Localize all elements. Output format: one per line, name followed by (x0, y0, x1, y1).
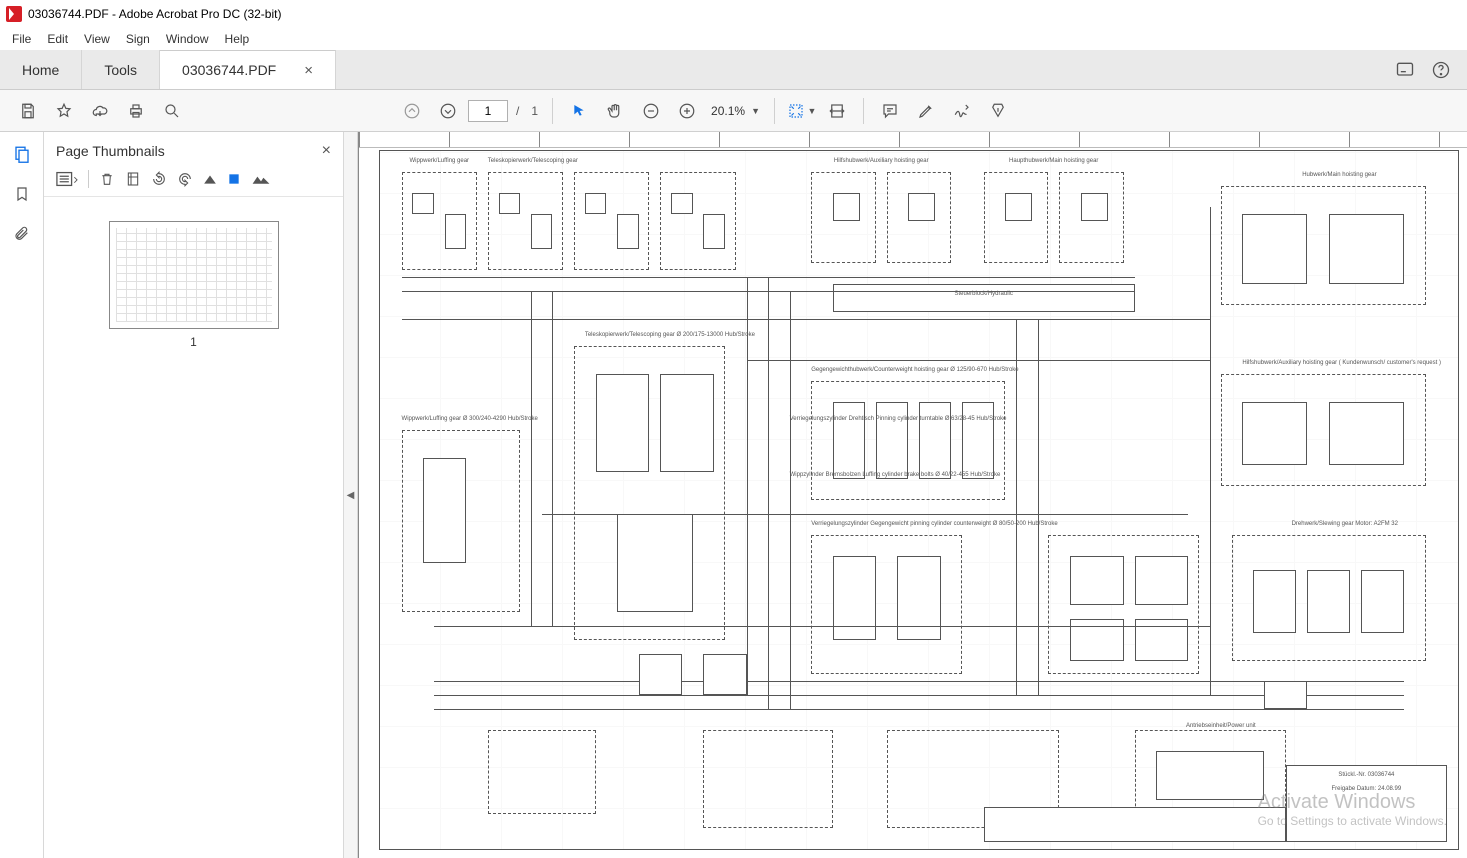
thumbnails-close-button[interactable]: × (322, 142, 331, 160)
page-total: 1 (531, 104, 538, 118)
help-icon[interactable] (1431, 60, 1451, 80)
main-toolbar: / 1 20.1% ▼ ▼ (0, 90, 1467, 132)
tab-home[interactable]: Home (0, 50, 82, 89)
notifications-icon[interactable] (1395, 60, 1415, 80)
thumbnail-label: 1 (109, 335, 279, 349)
chevron-down-icon: ▼ (751, 106, 760, 116)
sign-button[interactable] (946, 95, 978, 127)
tab-document[interactable]: 03036744.PDF × (160, 50, 336, 89)
nav-rail (0, 132, 44, 858)
cloud-button[interactable] (84, 95, 116, 127)
menu-file[interactable]: File (4, 30, 39, 48)
label-luffing-brake: Wippzylinder Bremsbolzen Luffing cylinde… (790, 472, 898, 478)
label-counterweight: Gegengewichthubwerk/Counterweight hoisti… (811, 367, 1005, 373)
fit-page-button[interactable]: ▼ (785, 95, 817, 127)
tab-document-label: 03036744.PDF (182, 62, 276, 78)
label-date: Freigabe Datum: 24.08.99 (1296, 786, 1436, 792)
tab-bar: Home Tools 03036744.PDF × (0, 50, 1467, 90)
thumbnails-toolbar (44, 168, 343, 197)
thumb-options-button[interactable] (56, 171, 78, 187)
thumb-rotate-ccw-button[interactable] (151, 171, 167, 187)
thumb-zoom-large-button[interactable] (251, 173, 271, 185)
window-title: 03036744.PDF - Adobe Acrobat Pro DC (32-… (28, 7, 281, 21)
page-down-button[interactable] (432, 95, 464, 127)
menu-edit[interactable]: Edit (39, 30, 76, 48)
thumbnails-rail-button[interactable] (10, 142, 34, 166)
label-slewing: Drehwerk/Slewing gear Motor: A2FM 32 (1275, 521, 1415, 527)
label-aux-hoist-right: Hilfshubwerk/Auxiliary hoisting gear ( K… (1242, 360, 1425, 366)
print-button[interactable] (120, 95, 152, 127)
workspace: Page Thumbnails × 1 ◀ (0, 132, 1467, 858)
schematic-drawing: Wippwerk/Luffing gear Teleskopierwerk/Te… (379, 150, 1459, 850)
save-button[interactable] (12, 95, 44, 127)
page-sep: / (516, 104, 519, 118)
thumbnails-list: 1 (44, 197, 343, 858)
document-viewport[interactable]: Wippwerk/Luffing gear Teleskopierwerk/Te… (358, 132, 1467, 858)
zoom-in-button[interactable] (671, 95, 703, 127)
label-luffing-mid: Wippwerk/Luffing gear Ø 300/240-4290 Hub… (402, 416, 521, 422)
zoom-out-button[interactable] (635, 95, 667, 127)
thumbnails-title: Page Thumbnails (56, 143, 165, 159)
find-button[interactable] (156, 95, 188, 127)
attachments-rail-button[interactable] (10, 222, 34, 246)
menu-help[interactable]: Help (217, 30, 258, 48)
label-aux-hoist-top: Hilfshubwerk/Auxiliary hoisting gear (811, 158, 951, 164)
pan-tool-button[interactable] (599, 95, 631, 127)
label-main-hoist-top: Haupthubwerk/Main hoisting gear (984, 158, 1124, 164)
thumb-insert-button[interactable] (125, 171, 141, 187)
label-block-nr: Stückl.-Nr. 03036744 (1296, 772, 1436, 778)
selection-tool-button[interactable] (563, 95, 595, 127)
horizontal-ruler (359, 132, 1467, 148)
label-telescoping-top: Teleskopierwerk/Telescoping gear (488, 158, 563, 164)
thumbnail-image (109, 221, 279, 329)
label-counterweight-pin: Verriegelungszylinder Gegengewicht pinni… (811, 521, 962, 527)
document-page: Wippwerk/Luffing gear Teleskopierwerk/Te… (358, 132, 1467, 858)
window-title-bar: 03036744.PDF - Adobe Acrobat Pro DC (32-… (0, 0, 1467, 28)
comment-button[interactable] (874, 95, 906, 127)
acrobat-icon (6, 6, 22, 22)
thumb-delete-button[interactable] (99, 171, 115, 187)
menu-view[interactable]: View (76, 30, 118, 48)
thumbnail-page-1[interactable]: 1 (109, 221, 279, 349)
menu-sign[interactable]: Sign (118, 30, 158, 48)
thumb-zoom-mid-button[interactable] (227, 172, 241, 186)
page-up-button[interactable] (396, 95, 428, 127)
stamp-button[interactable] (982, 95, 1014, 127)
label-mounting-valve: Verriegelungszylinder Drehtisch Pinning … (790, 416, 898, 422)
menu-bar: File Edit View Sign Window Help (0, 28, 1467, 50)
label-main-hoist-right: Hubwerk/Main hoisting gear (1264, 172, 1415, 178)
thumbnails-panel: Page Thumbnails × 1 (44, 132, 344, 858)
zoom-dropdown[interactable]: 20.1% ▼ (707, 99, 764, 123)
tab-close-icon[interactable]: × (304, 62, 313, 79)
label-telescoping-mid: Teleskopierwerk/Telescoping gear Ø 200/1… (585, 332, 714, 338)
zoom-value: 20.1% (711, 104, 745, 118)
star-button[interactable] (48, 95, 80, 127)
label-power-unit: Antriebseinheit/Power unit (1156, 723, 1285, 729)
panel-collapse-handle[interactable]: ◀ (344, 132, 358, 858)
thumb-zoom-small-button[interactable] (203, 173, 217, 185)
fit-width-button[interactable] (821, 95, 853, 127)
page-number-input[interactable] (468, 100, 508, 122)
tab-tools[interactable]: Tools (82, 50, 160, 89)
thumb-rotate-cw-button[interactable] (177, 171, 193, 187)
highlight-button[interactable] (910, 95, 942, 127)
menu-window[interactable]: Window (158, 30, 217, 48)
label-luffing-top: Wippwerk/Luffing gear (402, 158, 477, 164)
bookmarks-rail-button[interactable] (10, 182, 34, 206)
